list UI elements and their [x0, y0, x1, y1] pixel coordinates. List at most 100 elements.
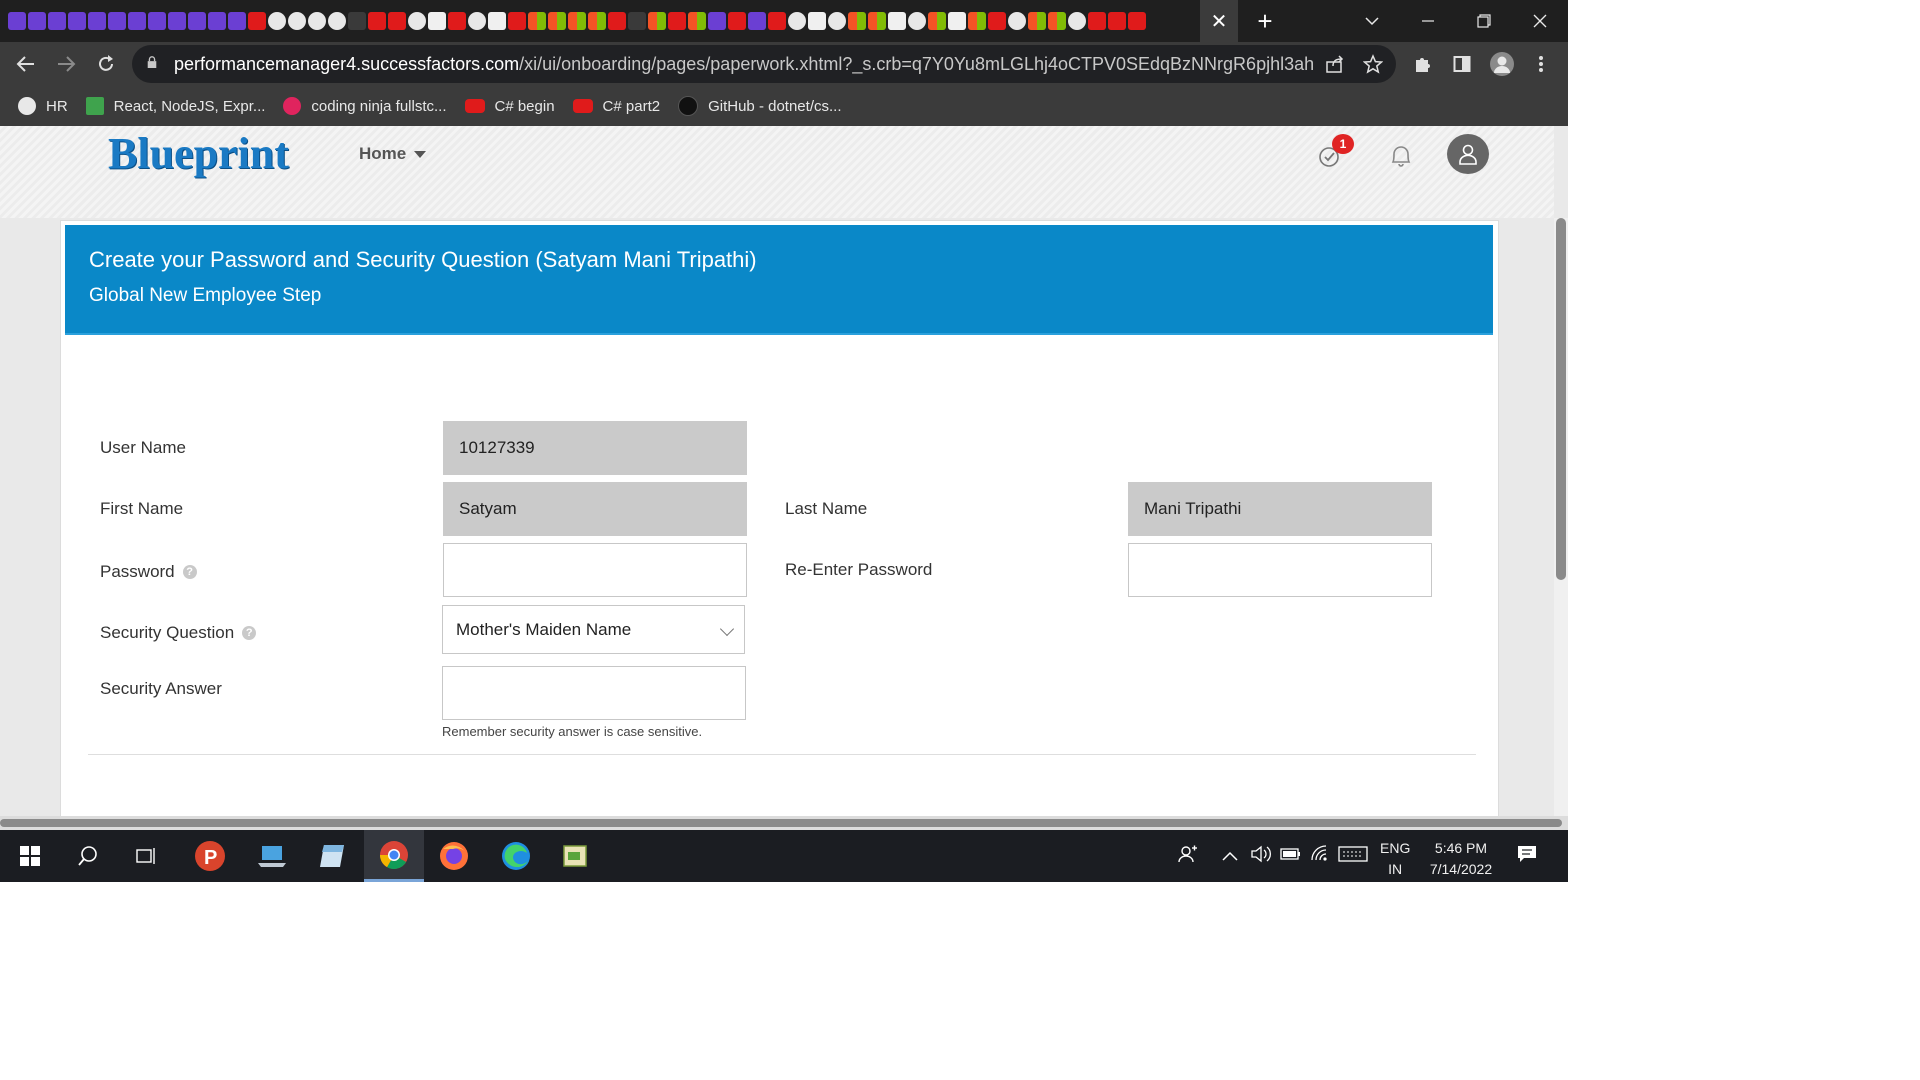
selected-value[interactable]: Mother's Maiden Name: [456, 620, 631, 640]
bookmark-csharp-part2[interactable]: C# part2: [572, 98, 661, 115]
tab-favicon[interactable]: [408, 12, 426, 30]
tab-favicon[interactable]: [808, 12, 826, 30]
task-view-button[interactable]: [116, 830, 176, 882]
close-window-button[interactable]: [1512, 0, 1568, 42]
tab-favicon[interactable]: [308, 12, 326, 30]
tab-favicon[interactable]: [468, 12, 486, 30]
tab-favicon[interactable]: [188, 12, 206, 30]
blueprint-logo[interactable]: Blueprint: [108, 128, 289, 179]
language-code[interactable]: ENG: [1380, 838, 1410, 859]
chevron-down-icon[interactable]: [719, 621, 735, 637]
plus-icon[interactable]: +: [1257, 6, 1272, 37]
windows-logo-icon[interactable]: [20, 846, 40, 866]
tab-search-button[interactable]: [1344, 0, 1400, 42]
notes-icon[interactable]: [318, 842, 346, 870]
tab-favicon[interactable]: [668, 12, 686, 30]
bookmark-label[interactable]: GitHub - dotnet/cs...: [708, 98, 841, 115]
vertical-scrollbar[interactable]: [1554, 218, 1568, 816]
caret-down-icon[interactable]: [414, 150, 427, 158]
forward-arrow-icon[interactable]: [56, 55, 76, 73]
tab-favicon[interactable]: [788, 12, 806, 30]
taskbar-app-firefox[interactable]: [424, 830, 484, 882]
bookmark-label[interactable]: HR: [46, 98, 68, 115]
tab-favicon[interactable]: [428, 12, 446, 30]
tab-favicon[interactable]: [448, 12, 466, 30]
extensions-puzzle-icon[interactable]: [1409, 50, 1437, 78]
tab-favicon[interactable]: [388, 12, 406, 30]
tab-favicon[interactable]: [68, 12, 86, 30]
tab-favicon[interactable]: [1008, 12, 1026, 30]
tab-favicon[interactable]: [148, 12, 166, 30]
tab-favicon[interactable]: [8, 12, 26, 30]
tab-favicon[interactable]: [248, 12, 266, 30]
battery-icon[interactable]: [1280, 844, 1302, 869]
bookmark-star-icon[interactable]: [1362, 53, 1384, 75]
taskbar-app-notes[interactable]: [302, 830, 362, 882]
wifi-icon[interactable]: [1310, 844, 1332, 869]
tab-favicon[interactable]: [128, 12, 146, 30]
url-host[interactable]: performancemanager4.successfactors.com: [174, 54, 519, 74]
bookmark-coding-ninja[interactable]: coding ninja fullstc...: [283, 97, 447, 115]
reload-icon[interactable]: [96, 54, 116, 74]
tab-favicon[interactable]: [728, 12, 746, 30]
taskbar-app-gadget[interactable]: [546, 830, 606, 882]
close-icon[interactable]: ✕: [1211, 9, 1228, 34]
app-p-icon[interactable]: P: [194, 840, 226, 872]
taskbar-app-pushbullet[interactable]: P: [180, 830, 240, 882]
start-button[interactable]: [0, 830, 60, 882]
people-icon[interactable]: [1178, 844, 1198, 869]
keyboard-icon[interactable]: [1338, 844, 1368, 869]
user-icon[interactable]: [1458, 143, 1478, 165]
edge-icon[interactable]: [501, 841, 531, 871]
tab-favicon[interactable]: [628, 12, 646, 30]
tab-favicon[interactable]: [1128, 12, 1146, 30]
tab-favicon[interactable]: [1088, 12, 1106, 30]
tab-favicon[interactable]: [288, 12, 306, 30]
tab-favicon[interactable]: [508, 12, 526, 30]
reload-button[interactable]: [90, 48, 122, 80]
tab-favicon[interactable]: [228, 12, 246, 30]
action-center-icon[interactable]: [1516, 844, 1538, 869]
bookmark-label[interactable]: React, NodeJS, Expr...: [114, 98, 266, 115]
restore-button[interactable]: [1456, 0, 1512, 42]
tab-favicon[interactable]: [968, 12, 986, 30]
tab-favicon[interactable]: [368, 12, 386, 30]
tab-favicon[interactable]: [208, 12, 226, 30]
tab-favicon[interactable]: [88, 12, 106, 30]
input-language-indicator[interactable]: ENG IN: [1380, 838, 1410, 880]
tab-favicon[interactable]: [828, 12, 846, 30]
tab-favicon[interactable]: [908, 12, 926, 30]
tab-favicon[interactable]: [1108, 12, 1126, 30]
tab-favicon[interactable]: [568, 12, 586, 30]
clock-date[interactable]: 7/14/2022: [1424, 859, 1498, 880]
forward-button[interactable]: [50, 48, 82, 80]
system-clock[interactable]: 5:46 PM 7/14/2022: [1424, 838, 1498, 880]
help-icon[interactable]: ?: [182, 565, 197, 579]
minimize-icon[interactable]: [1421, 14, 1435, 28]
tab-favicon[interactable]: [488, 12, 506, 30]
tab-favicon[interactable]: [648, 12, 666, 30]
active-tab-close-button[interactable]: ✕: [1200, 0, 1238, 42]
taskbar-search-button[interactable]: [58, 830, 118, 882]
restore-icon[interactable]: [1477, 14, 1491, 28]
taskbar-app-laptop[interactable]: [242, 830, 302, 882]
minimize-button[interactable]: [1400, 0, 1456, 42]
tab-favicon[interactable]: [768, 12, 786, 30]
tab-favicon[interactable]: [708, 12, 726, 30]
omnibox[interactable]: performancemanager4.successfactors.com/x…: [132, 45, 1396, 83]
bookmark-github[interactable]: GitHub - dotnet/cs...: [678, 96, 841, 116]
tab-favicon[interactable]: [748, 12, 766, 30]
bookmark-label[interactable]: C# part2: [603, 98, 661, 115]
tab-favicon[interactable]: [608, 12, 626, 30]
tab-favicon[interactable]: [548, 12, 566, 30]
volume-icon[interactable]: [1250, 844, 1272, 869]
help-icon[interactable]: ?: [242, 626, 257, 640]
close-icon[interactable]: [1533, 14, 1547, 28]
scrollbar-thumb[interactable]: [1556, 218, 1566, 580]
security-answer-input[interactable]: [442, 666, 746, 720]
bookmark-hr[interactable]: HR: [18, 97, 68, 115]
taskbar-app-chrome[interactable]: [364, 830, 424, 882]
bookmark-label[interactable]: coding ninja fullstc...: [311, 98, 446, 115]
tab-favicon[interactable]: [948, 12, 966, 30]
reenter-password-input[interactable]: [1128, 543, 1432, 597]
